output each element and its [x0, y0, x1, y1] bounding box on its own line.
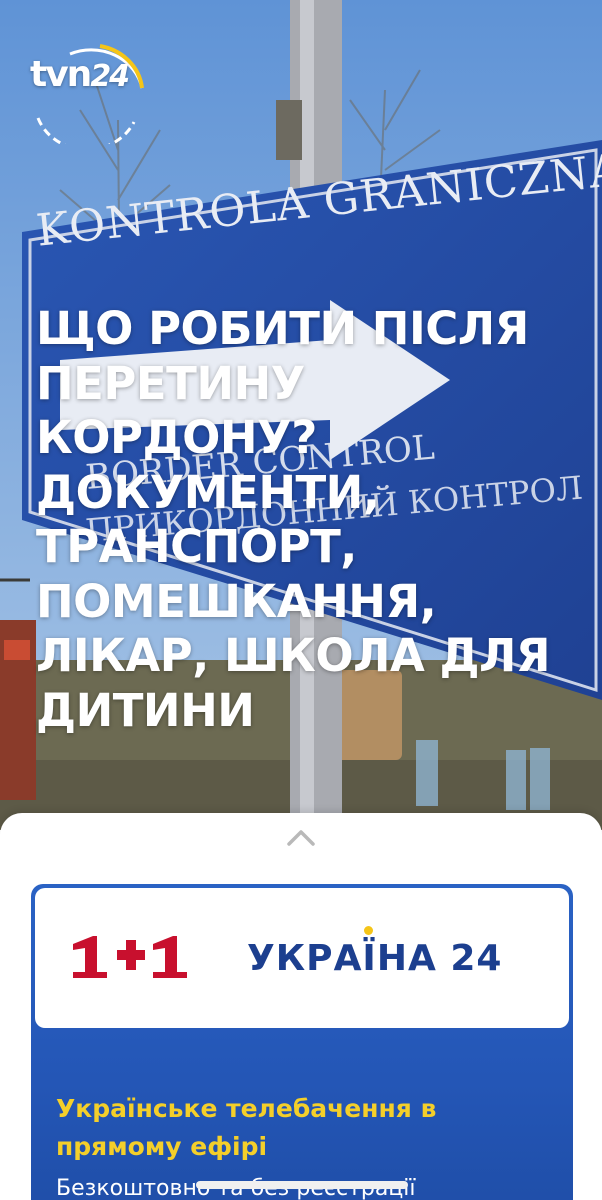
1plus1-logo — [73, 936, 187, 978]
article-headline[interactable]: ЩО РОБИТИ ПІСЛЯ ПЕРЕТИНУ КОРДОНУ? ДОКУМЕ… — [36, 302, 556, 738]
hero-image: KONTROLA GRANICZNA BORDER CONTROL ПРИКОР… — [0, 0, 602, 830]
ad-banner[interactable]: УКРАЇНА 24 Українське телебачення в прям… — [31, 884, 573, 1200]
logo-brand: tvn — [30, 54, 92, 95]
tvn24-logo[interactable]: tvn24 — [30, 38, 148, 144]
logo-number: 24 — [90, 59, 130, 94]
ukraina24-logo: УКРАЇНА 24 — [247, 938, 503, 979]
ad-title: Українське телебачення в прямому ефірі — [56, 1094, 437, 1161]
ad-logos-panel: УКРАЇНА 24 — [35, 888, 569, 1028]
home-indicator[interactable] — [196, 1181, 408, 1189]
ukraina24-logo-dot — [364, 926, 373, 935]
chevron-up-icon[interactable] — [285, 826, 317, 850]
tvn24-logo-text: tvn24 — [30, 54, 130, 95]
